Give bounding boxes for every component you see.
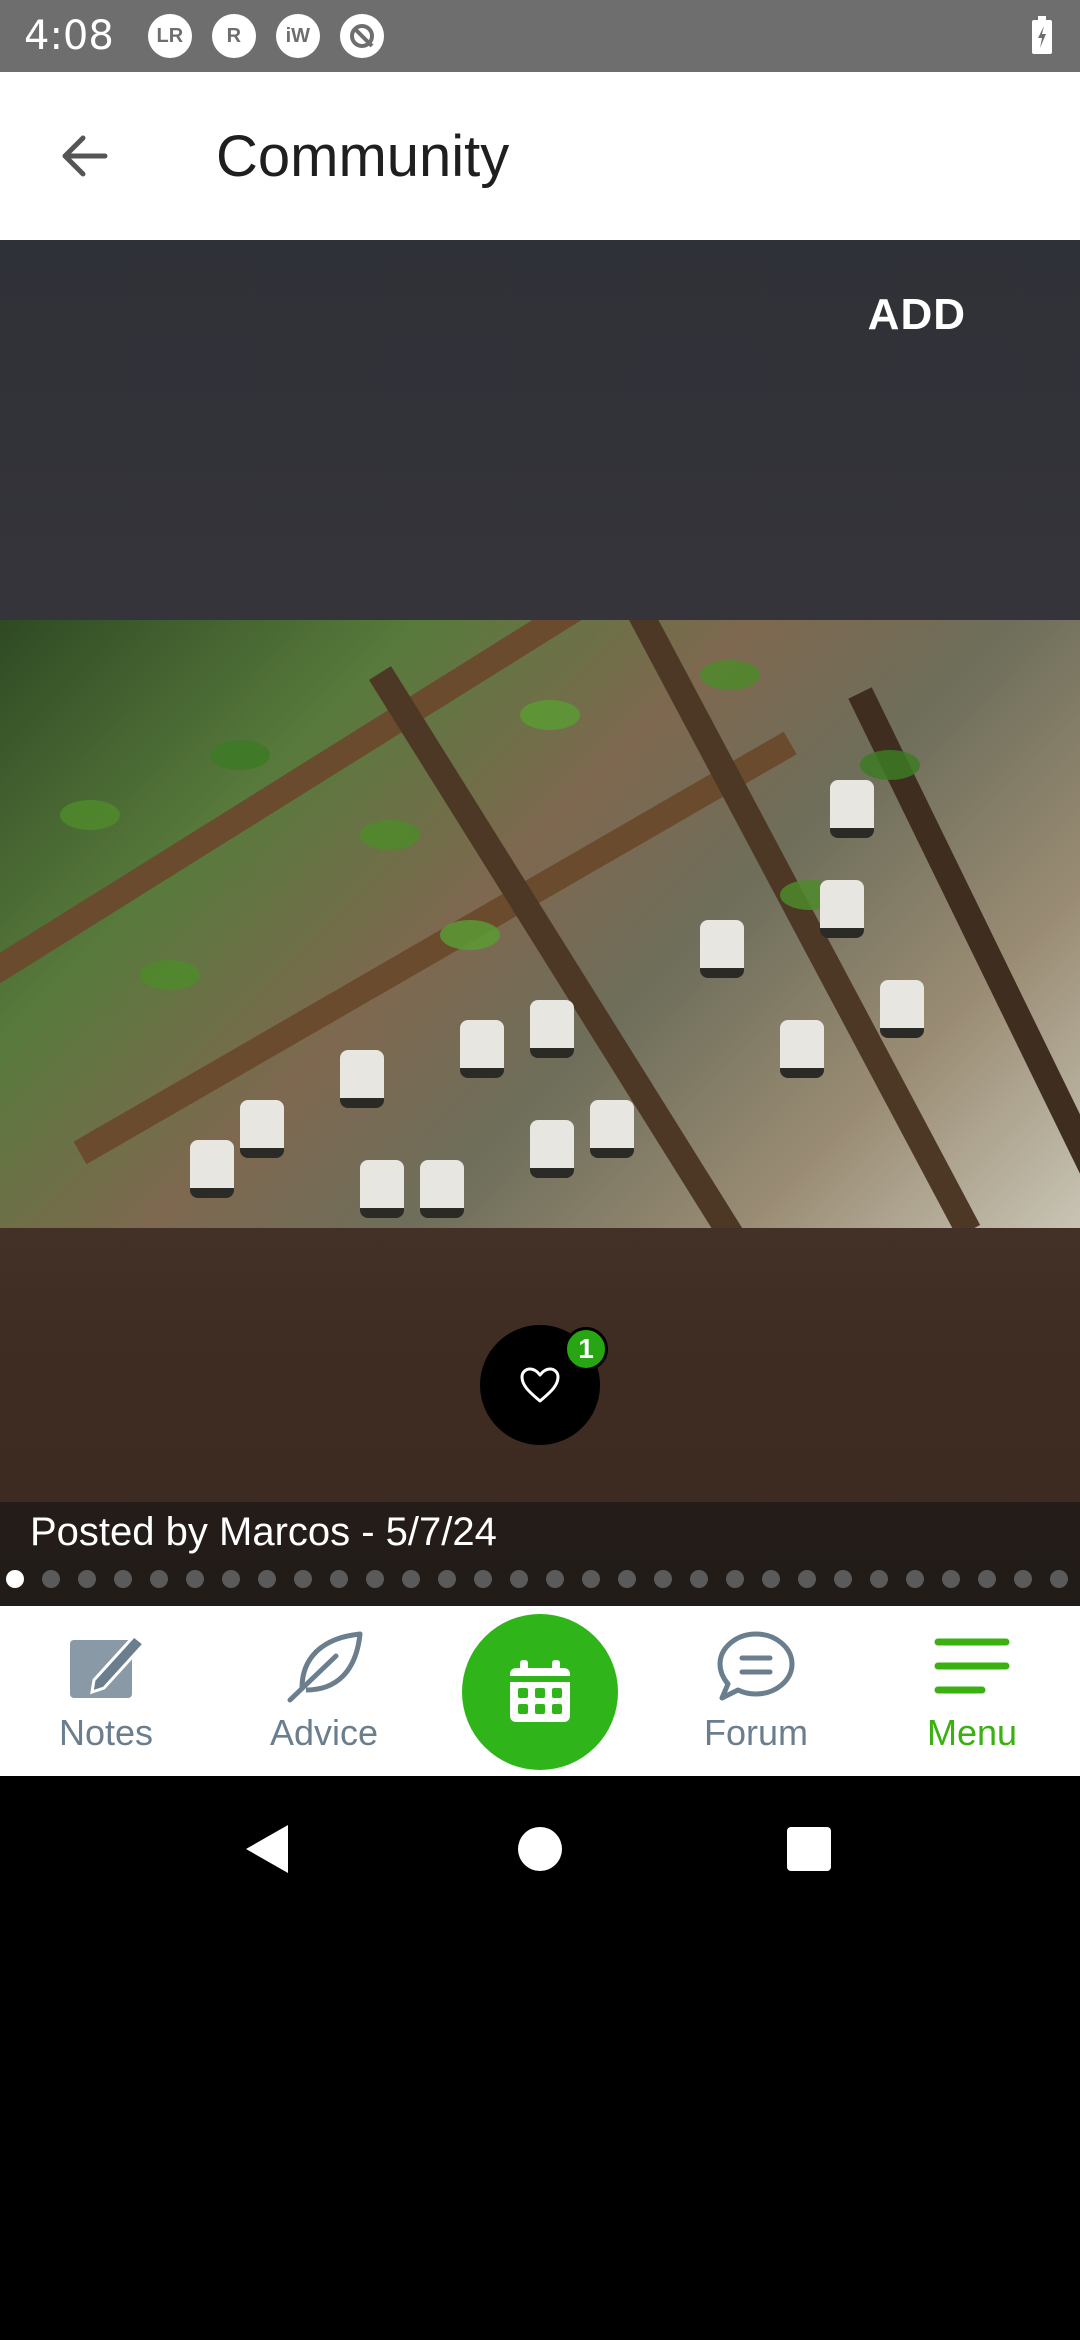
system-recents-button[interactable] [774,1814,844,1884]
pagination-dot[interactable] [870,1570,888,1588]
nav-notes-label: Notes [58,1712,154,1753]
pagination-dot[interactable] [942,1570,960,1588]
pagination-dot[interactable] [258,1570,276,1588]
pagination-dot[interactable] [330,1570,348,1588]
add-button[interactable]: ADD [868,290,966,340]
pagination-dot[interactable] [546,1570,564,1588]
iw-icon: iW [275,14,320,58]
pagination-dot[interactable] [762,1570,780,1588]
pagination-dot[interactable] [582,1570,600,1588]
community-post-viewer[interactable]: ADD 1 Posted by Marcos - 5/7/24 [0,240,1080,1606]
notes-icon [70,1633,147,1698]
pagination-dot[interactable] [6,1570,24,1588]
battery-icon [1030,16,1054,61]
pagination-dot[interactable] [402,1570,420,1588]
status-bar: 4:08 LR R iW [0,0,1080,72]
pagination-dot[interactable] [78,1570,96,1588]
triangle-back-icon [246,1825,288,1873]
pagination-dot[interactable] [294,1570,312,1588]
pagination-dot[interactable] [438,1570,456,1588]
screen: 4:08 LR R iW Community ADD 1 Posted by M… [0,0,1080,2340]
calendar-icon [510,1660,570,1722]
nav-calendar-button[interactable] [462,1614,618,1770]
pagination-dot[interactable] [798,1570,816,1588]
page-title: Community [216,123,510,189]
nav-menu-label: Menu [926,1712,1018,1753]
pagination-dot[interactable] [366,1570,384,1588]
lr-icon: LR [147,14,192,58]
status-icons: LR R iW [147,14,384,58]
nav-advice-label: Advice [269,1712,379,1753]
pagination-dot[interactable] [654,1570,672,1588]
like-count-badge: 1 [564,1327,608,1371]
menu-icon [934,1638,1010,1694]
square-recents-icon [787,1827,831,1871]
pagination-dot[interactable] [690,1570,708,1588]
nav-advice[interactable]: Advice [234,1628,414,1754]
pagination-dot[interactable] [222,1570,240,1588]
nav-forum-label: Forum [703,1712,808,1753]
back-button[interactable] [50,121,120,191]
nav-menu[interactable]: Menu [882,1628,1062,1754]
nav-forum[interactable]: Forum [666,1628,846,1754]
heart-icon [520,1367,560,1403]
pagination-dot[interactable] [618,1570,636,1588]
pagination-dot[interactable] [978,1570,996,1588]
pagination-dot[interactable] [1050,1570,1068,1588]
pagination-dot[interactable] [906,1570,924,1588]
pagination-dot[interactable] [834,1570,852,1588]
pagination-dot[interactable] [186,1570,204,1588]
leaf-icon [287,1631,363,1703]
q-icon [339,14,384,58]
pagination-dot[interactable] [114,1570,132,1588]
pagination-dot[interactable] [150,1570,168,1588]
chat-icon [717,1631,795,1701]
bottom-nav: Notes Advice Forum Menu [0,1606,1080,1776]
circle-home-icon [518,1827,562,1871]
pagination-dot[interactable] [510,1570,528,1588]
pagination-dot[interactable] [726,1570,744,1588]
pagination-dots[interactable] [6,1570,1068,1588]
nav-notes[interactable]: Notes [16,1628,196,1754]
caption-bar: Posted by Marcos - 5/7/24 [0,1502,1080,1606]
app-bar: Community [0,72,1080,240]
arrow-left-icon [62,135,108,177]
r-icon: R [211,14,256,58]
system-home-button[interactable] [505,1814,575,1884]
system-nav-bar [0,1776,1080,1920]
pagination-dot[interactable] [474,1570,492,1588]
like-button[interactable]: 1 [480,1325,608,1445]
status-time: 4:08 [24,13,114,59]
post-caption: Posted by Marcos - 5/7/24 [30,1510,497,1554]
pagination-dot[interactable] [42,1570,60,1588]
system-back-button[interactable] [232,1814,302,1884]
post-photo[interactable] [0,620,1080,1228]
pagination-dot[interactable] [1014,1570,1032,1588]
